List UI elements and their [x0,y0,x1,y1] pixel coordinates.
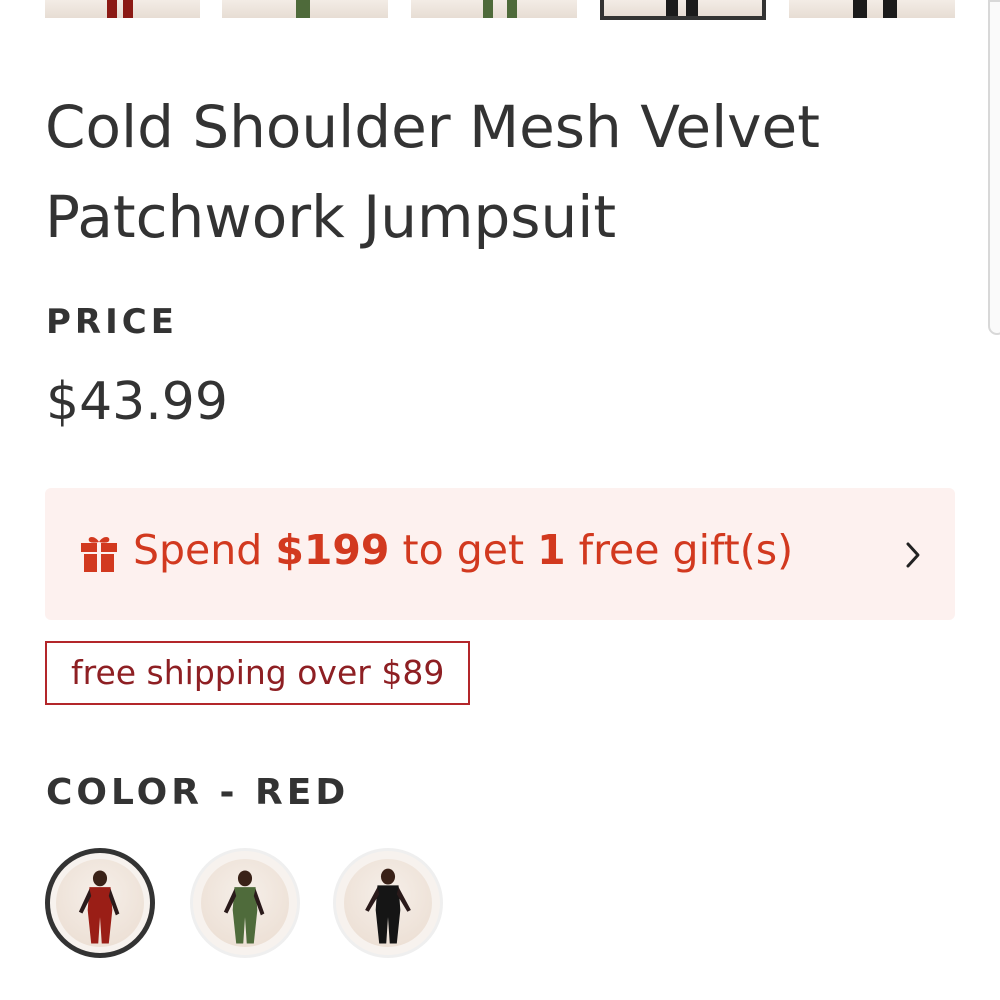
thumbnail-green-1[interactable] [222,0,388,18]
thumbnail-strip [0,0,1000,22]
color-swatch-black[interactable] [333,848,443,958]
color-swatch-red[interactable] [45,848,155,958]
chevron-right-icon [906,542,920,568]
gift-count: 1 [537,526,566,574]
price-label: PRICE [46,302,178,342]
swatch-image-green [201,859,289,947]
free-gift-banner[interactable]: Spend $199 to get 1 free gift(s) [45,488,955,620]
swatch-image-red [56,859,144,947]
product-title: Cold Shoulder Mesh Velvet Patchwork Jump… [45,93,820,251]
price-value: $43.99 [46,372,228,432]
free-shipping-badge: free shipping over $89 [45,641,471,705]
gift-text-spend: Spend [133,526,263,574]
thumbnail-black-2[interactable] [789,0,955,18]
color-label: COLOR - RED [46,772,350,813]
gift-promo-text: Spend $199 to get 1 free gift(s) [133,526,793,574]
thumbnail-black-selected[interactable] [600,0,766,20]
color-swatch-green[interactable] [190,848,300,958]
thumbnail-red[interactable] [45,0,200,18]
gift-amount: $199 [275,526,390,574]
gift-text-to-get: to get [402,526,525,574]
gift-text-free-gift: free gift(s) [578,526,794,574]
scrollbar[interactable] [988,0,1000,335]
gift-icon [81,537,117,572]
swatch-image-black [344,859,432,947]
product-detail-page: Cold Shoulder Mesh Velvet Patchwork Jump… [0,0,1000,1000]
thumbnail-green-2[interactable] [411,0,577,18]
